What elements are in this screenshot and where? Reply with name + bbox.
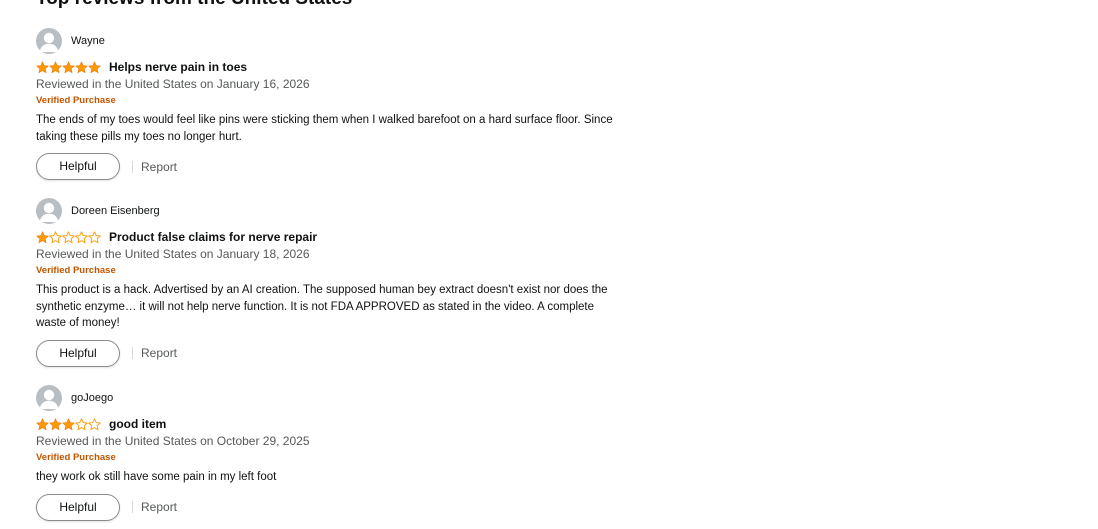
star-empty-icon bbox=[49, 230, 62, 243]
review-title[interactable]: Helps nerve pain in toes bbox=[109, 60, 247, 75]
review-date: Reviewed in the United States on October… bbox=[36, 434, 310, 448]
reviewer-name: Doreen Eisenberg bbox=[71, 204, 160, 217]
star-filled-icon bbox=[62, 61, 75, 73]
review-body: they work ok still have some pain in my … bbox=[36, 471, 277, 483]
review-actions: Helpful Report bbox=[36, 493, 616, 521]
reviewer-profile[interactable]: Wayne bbox=[36, 28, 616, 54]
review-card: Doreen Eisenberg Product false claims fo… bbox=[36, 198, 616, 367]
action-divider bbox=[132, 347, 133, 359]
verified-purchase-badge: Verified Purchase bbox=[36, 95, 116, 106]
review-card: Wayne Helps nerve pain in toes Reviewed … bbox=[36, 28, 616, 180]
star-empty-icon bbox=[62, 230, 75, 243]
star-empty-icon bbox=[75, 230, 88, 243]
review-date: Reviewed in the United States on January… bbox=[36, 247, 310, 261]
star-filled-icon bbox=[36, 61, 49, 73]
star-filled-icon bbox=[36, 418, 49, 430]
avatar-icon bbox=[36, 385, 62, 411]
action-divider bbox=[132, 501, 133, 513]
reviews-page: Top reviews from the United States Wayne… bbox=[0, 0, 1098, 529]
report-link[interactable]: Report bbox=[141, 160, 177, 174]
review-date: Reviewed in the United States on January… bbox=[36, 77, 310, 91]
review-title[interactable]: Product false claims for nerve repair bbox=[109, 230, 317, 245]
star-rating[interactable] bbox=[36, 60, 101, 74]
star-rating[interactable] bbox=[36, 417, 101, 431]
helpful-button[interactable]: Helpful bbox=[36, 339, 120, 367]
reviewer-profile[interactable]: Doreen Eisenberg bbox=[36, 198, 616, 224]
star-rating[interactable] bbox=[36, 230, 101, 244]
star-filled-icon bbox=[62, 418, 75, 430]
star-empty-icon bbox=[75, 417, 88, 430]
verified-purchase-badge: Verified Purchase bbox=[36, 265, 116, 276]
star-filled-icon bbox=[49, 61, 62, 73]
reviewer-name: Wayne bbox=[71, 34, 105, 47]
review-card: goJoego good item Reviewed in the United… bbox=[36, 385, 616, 521]
report-link[interactable]: Report bbox=[141, 500, 177, 514]
helpful-button[interactable]: Helpful bbox=[36, 153, 120, 180]
star-empty-icon bbox=[88, 230, 101, 243]
review-body: The ends of my toes would feel like pins… bbox=[36, 114, 613, 143]
star-filled-icon bbox=[49, 418, 62, 430]
reviewer-profile[interactable]: goJoego bbox=[36, 385, 616, 411]
star-filled-icon bbox=[36, 231, 49, 243]
verified-purchase-badge: Verified Purchase bbox=[36, 452, 116, 463]
avatar-icon bbox=[36, 198, 62, 224]
report-link[interactable]: Report bbox=[141, 346, 177, 360]
star-empty-icon bbox=[88, 417, 101, 430]
avatar-icon bbox=[36, 28, 62, 54]
reviewer-name: goJoego bbox=[71, 391, 114, 404]
action-divider bbox=[132, 160, 133, 173]
review-title[interactable]: good item bbox=[109, 417, 166, 432]
review-body: This product is a hack. Advertised by an… bbox=[36, 284, 608, 329]
review-actions: Helpful Report bbox=[36, 153, 616, 180]
review-actions: Helpful Report bbox=[36, 339, 616, 367]
star-filled-icon bbox=[75, 61, 88, 73]
section-title: Top reviews from the United States bbox=[36, 0, 352, 11]
helpful-button[interactable]: Helpful bbox=[36, 493, 120, 521]
star-filled-icon bbox=[88, 61, 101, 73]
